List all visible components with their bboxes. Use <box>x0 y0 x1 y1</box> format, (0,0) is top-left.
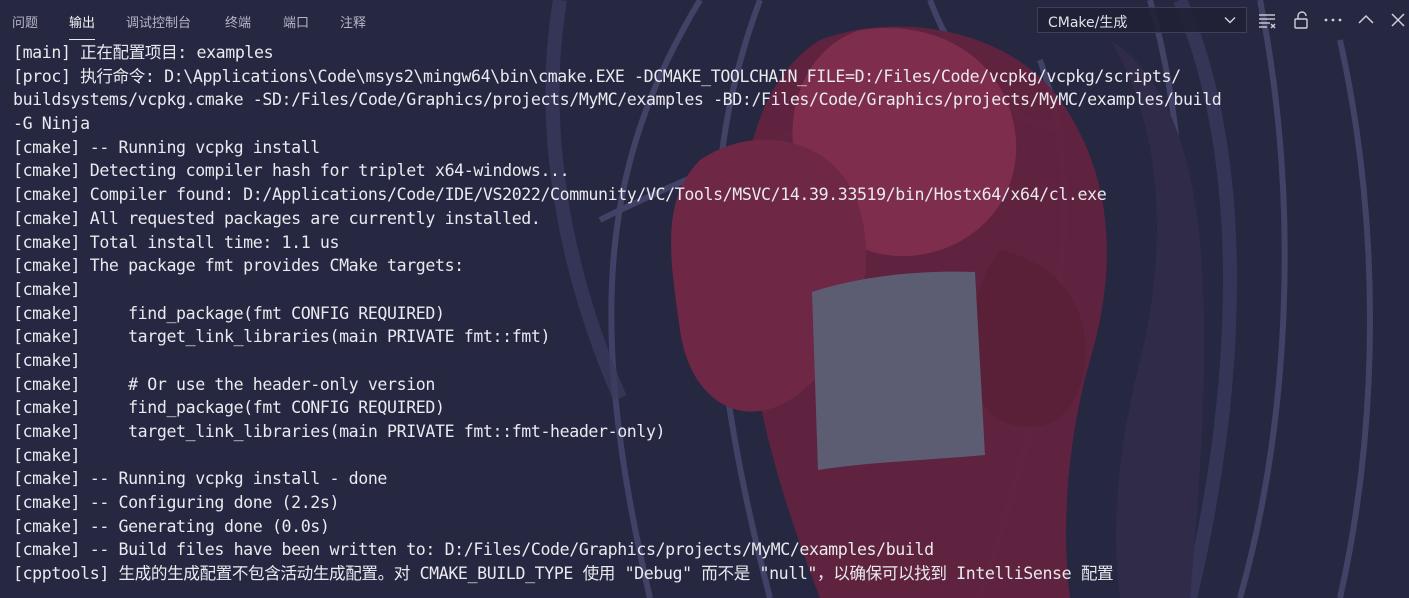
log-line: [main] 正在配置项目: examples <box>13 43 274 62</box>
output-log[interactable]: [main] 正在配置项目: examples [proc] 执行命令: D:\… <box>13 41 1401 586</box>
log-line: [cmake] -- Configuring done (2.2s) <box>13 493 340 513</box>
tab-ports[interactable]: 端口 <box>283 12 309 31</box>
log-line: buildsystems/vcpkg.cmake -SD:/Files/Code… <box>13 90 1222 110</box>
tab-debug-console[interactable]: 调试控制台 <box>126 12 191 31</box>
tab-output[interactable]: 输出 <box>69 12 96 40</box>
filter-list-icon[interactable] <box>1256 9 1280 31</box>
tab-problems[interactable]: 问题 <box>12 12 38 31</box>
log-line: [cmake] <box>13 279 81 299</box>
log-line: [cmake] # Or use the header-only version <box>13 374 435 394</box>
lock-icon[interactable] <box>1290 9 1314 31</box>
output-channel-value: CMake/生成 <box>1048 15 1128 31</box>
panel-header: 问题 输出 调试控制台 终端 端口 注释 CMake/生成 <box>0 0 1409 40</box>
log-line: [proc] 执行命令: D:\Applications\Code\msys2\… <box>13 66 1181 86</box>
log-line: -G Ninja <box>13 114 90 134</box>
log-line: [cmake] -- Running vcpkg install - done <box>13 469 388 489</box>
log-line: [cmake] -- Build files have been written… <box>13 540 934 560</box>
log-line: [cmake] All requested packages are curre… <box>13 208 541 228</box>
log-line: [cmake] Compiler found: D:/Applications/… <box>13 185 1107 205</box>
log-line: [cmake] Total install time: 1.1 us <box>13 232 340 252</box>
log-line: [cpptools] 生成的生成配置不包含活动生成配置。对 CMAKE_BUIL… <box>13 564 1114 584</box>
log-line: [cmake] find_package(fmt CONFIG REQUIRED… <box>13 398 445 418</box>
log-line: [cmake] The package fmt provides CMake t… <box>13 256 464 276</box>
log-line: [cmake] find_package(fmt CONFIG REQUIRED… <box>13 303 445 323</box>
log-line: [cmake] Detecting compiler hash for trip… <box>13 161 570 181</box>
log-line: [cmake] target_link_libraries(main PRIVA… <box>13 327 551 347</box>
chevron-down-icon <box>1223 13 1237 31</box>
log-line: [cmake] -- Running vcpkg install <box>13 137 320 157</box>
close-icon[interactable] <box>1387 9 1409 31</box>
output-channel-select[interactable]: CMake/生成 <box>1037 7 1247 33</box>
log-line: [cmake] target_link_libraries(main PRIVA… <box>13 422 666 441</box>
log-line: [cmake] <box>13 445 81 465</box>
tab-terminal[interactable]: 终端 <box>225 12 251 31</box>
log-line: [cmake] -- Generating done (0.0s) <box>13 516 330 536</box>
more-icon[interactable] <box>1322 9 1346 31</box>
tab-comments[interactable]: 注释 <box>340 12 366 31</box>
chevron-up-icon[interactable] <box>1355 9 1379 31</box>
log-line: [cmake] <box>13 350 81 370</box>
